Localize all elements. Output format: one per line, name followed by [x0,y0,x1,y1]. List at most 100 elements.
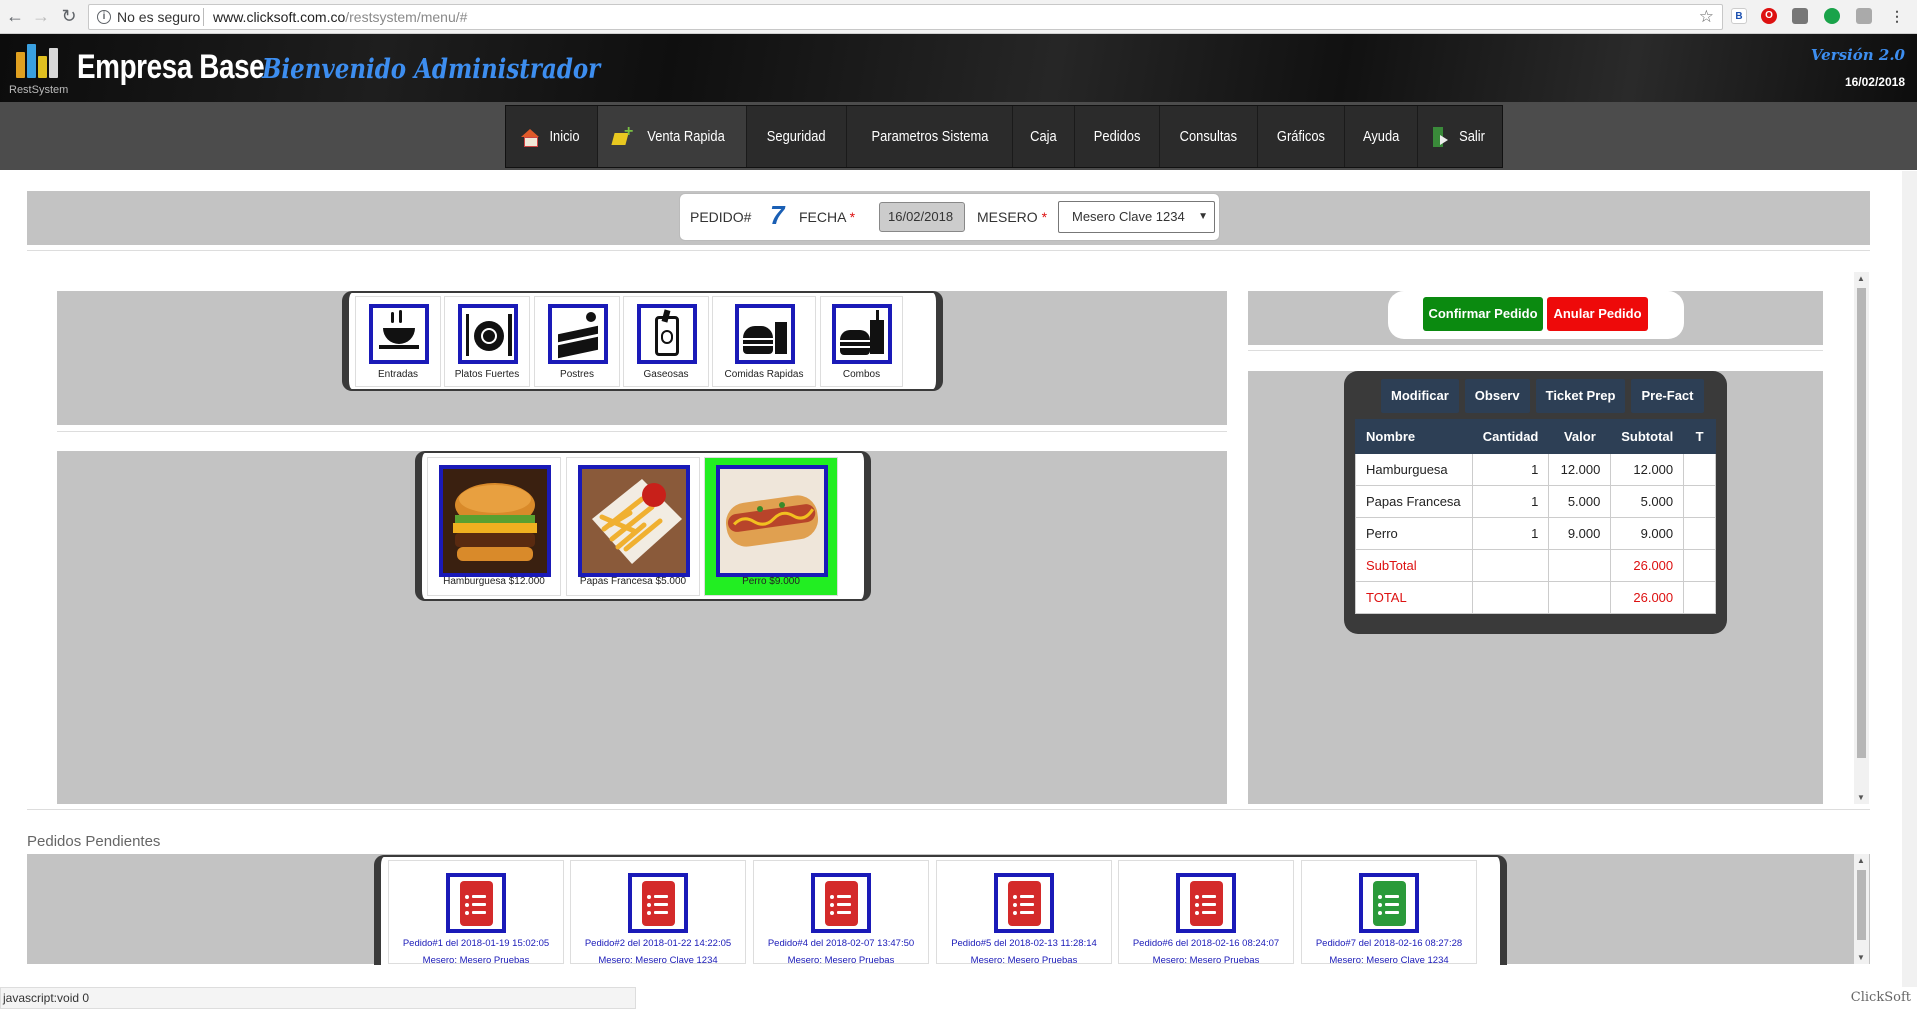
category-postres[interactable]: Postres [534,296,620,387]
table-header-row: Nombre Cantidad Valor Subtotal T [1355,419,1716,454]
menu-item-venta-rapida[interactable]: Venta Rapida [598,106,748,167]
menu-item-pedidos[interactable]: Pedidos [1075,106,1161,167]
hamburger-photo [439,465,551,577]
table-row[interactable]: Perro 1 9.000 9.000 [1355,517,1716,550]
version-label: Versión 2.0 [1810,46,1905,64]
menu-item-consultas[interactable]: Consultas [1160,106,1259,167]
category-comidas-rapidas[interactable]: Comidas Rapidas [712,296,816,387]
divider [27,809,1870,810]
column-header: Cantidad [1471,419,1550,454]
order-header: PEDIDO# 7 FECHA * 16/02/2018 MESERO * Me… [679,193,1220,241]
menu-item-caja[interactable]: Caja [1013,106,1076,167]
address-divider [203,8,204,26]
forward-arrow-icon[interactable]: → [30,5,52,27]
tab-ticket-prep[interactable]: Ticket Prep [1535,379,1626,413]
category-platos-fuertes[interactable]: Platos Fuertes [444,296,530,387]
bookmark-star-icon[interactable]: ☆ [1699,5,1714,29]
main-menu: Inicio Venta Rapida Seguridad Parametros… [505,105,1504,168]
restsystem-logo-icon [14,40,62,84]
fast-sale-icon [613,124,633,147]
main-menu-bar: Inicio Venta Rapida Seguridad Parametros… [0,102,1917,170]
total-row: TOTAL 26.000 [1355,581,1716,614]
menu-item-salir[interactable]: Salir [1418,106,1502,167]
pedido-number: 7 [770,200,785,230]
scroll-down-icon[interactable]: ▼ [1857,953,1865,962]
address-bar[interactable]: i No es seguro www.clicksoft.com.co/rest… [88,4,1723,30]
product-hamburguesa[interactable]: Hamburguesa $12.000 [427,457,561,596]
fecha-input[interactable]: 16/02/2018 [879,202,965,232]
soup-bowl-icon [369,304,429,364]
menu-item-inicio[interactable]: Inicio [506,106,599,167]
scrollbar-thumb[interactable] [1857,288,1866,758]
table-row[interactable]: Hamburguesa 1 12.000 12.000 [1355,453,1716,486]
cancel-order-button[interactable]: Anular Pedido [1547,297,1648,331]
column-header: Subtotal [1610,419,1685,454]
tab-pre-fact[interactable]: Pre-Fact [1631,379,1704,413]
extension-green-icon[interactable] [1824,8,1840,24]
home-icon [521,128,539,147]
pending-order-1[interactable]: Pedido#1 del 2018-01-19 15:02:05 Mesero:… [388,860,564,966]
pending-order-4[interactable]: Pedido#4 del 2018-02-07 13:47:50 Mesero:… [753,860,929,966]
pending-order-5[interactable]: Pedido#5 del 2018-02-13 11:28:14 Mesero:… [936,860,1112,966]
menu-item-parametros[interactable]: Parametros Sistema [847,106,1014,167]
page-scrollbar[interactable] [1902,171,1917,987]
extension-profile-icon[interactable] [1856,8,1872,24]
back-arrow-icon[interactable]: ← [4,5,26,27]
document-icon [628,873,688,933]
pending-scrollbar[interactable]: ▲ ▼ [1854,854,1869,964]
tab-observ[interactable]: Observ [1464,379,1530,413]
brand-footer: ClickSoft [1850,990,1911,1005]
info-icon[interactable]: i [97,10,111,24]
menu-item-graficos[interactable]: Gráficos [1258,106,1346,167]
browser-toolbar: ← → ↻ i No es seguro www.clicksoft.com.c… [0,0,1917,34]
category-combos[interactable]: Combos [820,296,903,387]
category-gaseosas[interactable]: Gaseosas [623,296,709,387]
burger-drink-icon [735,304,795,364]
pending-order-2[interactable]: Pedido#2 del 2018-01-22 14:22:05 Mesero:… [570,860,746,966]
column-header: Valor [1548,419,1612,454]
exit-icon [1433,126,1449,147]
subtotal-row: SubTotal 26.000 [1355,549,1716,582]
divider [57,431,1227,432]
tab-modificar[interactable]: Modificar [1381,379,1459,413]
url-text: www.clicksoft.com.co/restsystem/menu/# [213,9,468,25]
pending-order-6[interactable]: Pedido#6 del 2018-02-16 08:24:07 Mesero:… [1118,860,1294,966]
pedido-label: PEDIDO# [690,209,752,225]
cake-icon [548,304,608,364]
scroll-up-icon[interactable]: ▲ [1857,274,1865,283]
soda-can-icon [637,304,697,364]
mesero-label: MESERO * [977,209,1048,225]
welcome-text: Bienvenido Administrador [262,54,601,85]
opera-extension-icon[interactable]: O [1761,8,1777,24]
company-name: Empresa Base [77,48,265,86]
document-icon [994,873,1054,933]
actions-group: Confirmar Pedido Anular Pedido [1388,291,1684,339]
combo-icon [832,304,892,364]
extension-gray-icon[interactable] [1792,8,1808,24]
document-icon [811,873,871,933]
category-entradas[interactable]: Entradas [355,296,441,387]
document-icon [446,873,506,933]
scroll-down-icon[interactable]: ▼ [1857,793,1865,802]
product-perro[interactable]: Perro $9.000 [704,457,838,596]
extension-b-icon[interactable]: B [1731,8,1747,24]
pending-order-7[interactable]: Pedido#7 del 2018-02-16 08:27:28 Mesero:… [1301,860,1477,966]
column-header: T [1683,419,1716,454]
browser-menu-icon[interactable]: ⋮ [1889,8,1905,24]
pending-orders-title: Pedidos Pendientes [27,833,161,850]
menu-item-ayuda[interactable]: Ayuda [1345,106,1419,167]
reload-icon[interactable]: ↻ [58,5,80,27]
status-bar: javascript:void 0 [0,987,636,1009]
divider [27,250,1870,251]
product-papas-francesa[interactable]: Papas Francesa $5.000 [566,457,700,596]
column-header: Nombre [1355,419,1473,454]
table-row[interactable]: Papas Francesa 1 5.000 5.000 [1355,485,1716,518]
ticket-container: Modificar Observ Ticket Prep Pre-Fact No… [1344,371,1727,634]
content-scrollbar[interactable]: ▲ ▼ [1854,272,1869,804]
mesero-select[interactable]: Mesero Clave 1234 ▼ [1058,201,1215,233]
confirm-order-button[interactable]: Confirmar Pedido [1423,297,1543,331]
scrollbar-thumb[interactable] [1857,870,1866,940]
scroll-up-icon[interactable]: ▲ [1857,856,1865,865]
menu-item-seguridad[interactable]: Seguridad [747,106,847,167]
ticket-tabs: Modificar Observ Ticket Prep Pre-Fact [1355,379,1704,413]
